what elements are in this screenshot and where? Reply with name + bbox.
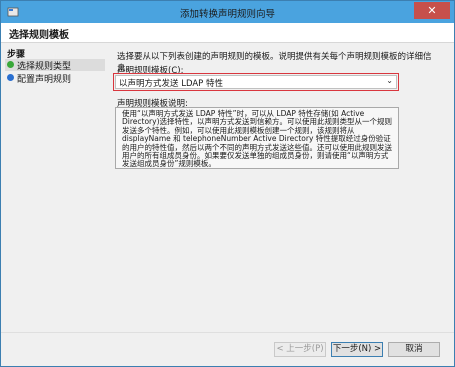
prev-button[interactable]: < 上一步(P) xyxy=(274,342,326,357)
page-header: 选择规则模板 xyxy=(1,23,454,43)
template-select[interactable]: 以声明方式发送 LDAP 特性 ⌄ xyxy=(113,73,399,91)
status-dot-icon xyxy=(7,61,14,68)
step-item-configure-rule[interactable]: 配置声明规则 xyxy=(5,72,105,85)
template-select-value: 以声明方式发送 LDAP 特性 xyxy=(119,79,223,89)
page-title: 选择规则模板 xyxy=(9,30,69,41)
window-title: 添加转换声明规则向导 xyxy=(179,9,275,20)
chevron-down-icon[interactable]: ⌄ xyxy=(386,76,393,85)
steps-sidebar: 步骤 选择规则类型 配置声明规则 xyxy=(1,43,109,332)
step-label: 配置声明规则 xyxy=(17,75,72,85)
step-item-select-rule-type[interactable]: 选择规则类型 xyxy=(5,59,105,72)
footer-bar: < 上一步(P) 下一步(N) > 取消 xyxy=(1,332,454,366)
title-bar: 添加转换声明规则向导 ✕ xyxy=(1,1,454,23)
wizard-window: 添加转换声明规则向导 ✕ 选择规则模板 步骤 选择规则类型 配置声明规则 选择要… xyxy=(0,0,455,367)
description-text: 使用“以声明方式发送 LDAP 特性”时，可以从 LDAP 特性存储(如 Act… xyxy=(122,109,392,169)
cancel-button[interactable]: 取消 xyxy=(388,342,440,357)
main-content: 选择要从以下列表创建的声明规则的模板。说明提供有关每个声明规则模板的详细信息。 … xyxy=(111,43,454,332)
step-label: 选择规则类型 xyxy=(17,62,72,72)
status-dot-icon xyxy=(7,74,14,81)
next-button[interactable]: 下一步(N) > xyxy=(331,342,383,357)
close-button[interactable]: ✕ xyxy=(414,2,450,19)
template-description: 使用“以声明方式发送 LDAP 特性”时，可以从 LDAP 特性存储(如 Act… xyxy=(115,107,399,169)
